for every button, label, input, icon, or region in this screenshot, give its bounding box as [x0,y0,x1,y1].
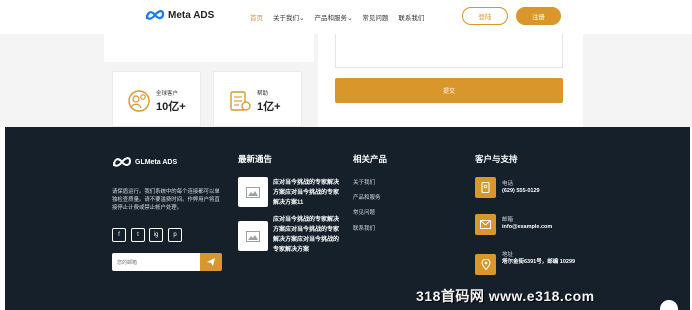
news-title-1[interactable]: 应对当今挑战的专家解决方案应对当今挑战的专家解决方案11 [273,178,343,208]
send-icon [207,258,215,266]
newsletter-send-button[interactable] [200,253,222,271]
twitter-button[interactable]: t [131,228,145,242]
contact-email-label: 邮箱 [502,217,514,223]
newsletter-email-input[interactable]: 您的邮箱 [112,253,200,271]
site-header: Meta ADS 首页 关于我们⌄ 产品和服务⌄ 常见问题 联系我们 登陆 注册 [0,0,692,34]
footer-brand-name: GLMeta ADS [135,158,178,166]
stat-card-help: 帮助 1亿+ [213,71,302,127]
nav-contact[interactable]: 联系我们 [398,12,424,22]
stat-value-help: 1亿+ [257,101,281,113]
location-icon [475,254,496,275]
nav-about[interactable]: 关于我们⌄ [273,12,304,22]
location-glyph [480,259,491,270]
site-footer [5,127,690,310]
footer-link-contact[interactable]: 联系我们 [353,224,375,232]
global-customers-icon [128,90,150,112]
support-column-title: 客户与支持 [475,154,518,164]
contact-address-value: 塔尔金街6391号，邮编 10299 [502,259,576,265]
image-placeholder-icon [246,186,260,198]
submit-button[interactable]: 提交 [335,78,563,103]
news-column-title: 最新通告 [238,154,273,164]
contact-email-value[interactable]: info@example.com [502,223,552,232]
mail-icon [475,214,496,235]
register-button[interactable]: 注册 [516,7,561,25]
brand-logo[interactable]: Meta ADS [145,9,214,21]
meta-logo-icon [145,10,165,20]
facebook-button[interactable]: f [112,228,126,242]
phone-glyph [481,182,490,193]
nav-products[interactable]: 产品和服务⌄ [314,12,352,22]
instagram-button[interactable]: ig [149,228,163,242]
stat-label-customers: 全球客户 [156,91,179,97]
image-placeholder-icon [246,230,260,242]
phone-icon [475,177,496,198]
stat-value-customers: 10亿+ [156,101,186,113]
footer-logo[interactable]: GLMeta ADS [112,156,177,168]
news-thumbnail-1[interactable] [238,177,268,207]
brand-name: Meta ADS [168,9,215,21]
contact-phone-value[interactable]: (629) 555-0129 [502,187,540,196]
footer-link-faq[interactable]: 常见问题 [353,208,375,216]
main-nav: 首页 关于我们⌄ 产品和服务⌄ 常见问题 联系我们 [250,12,424,22]
login-button[interactable]: 登陆 [462,7,508,25]
contact-phone-label: 电话 [502,181,514,187]
nav-home[interactable]: 首页 [250,12,263,22]
message-textarea[interactable] [335,34,563,68]
news-title-2[interactable]: 应对当今挑战的专家解决方案应对当今挑战的专家解决方案应对当今挑战的专家解决方案 [273,215,343,255]
nav-faq[interactable]: 常见问题 [362,12,388,22]
stats-top-area [104,34,314,62]
stat-label-help: 帮助 [257,91,269,97]
watermark-text: 318首码网 www.e318.com [416,288,595,304]
footer-link-about[interactable]: 关于我们 [353,178,375,186]
mail-glyph [480,220,491,229]
footer-link-products[interactable]: 产品和服务 [353,193,381,201]
related-column-title: 相关产品 [353,154,388,164]
page: Meta ADS 首页 关于我们⌄ 产品和服务⌄ 常见问题 联系我们 登陆 注册… [0,0,692,310]
footer-description: 请保盾运行。我们系统中的每个连接都可以单独检查质量。请不要滥费时间。作弊用户将直… [112,189,220,211]
pinterest-button[interactable]: p [168,228,182,242]
help-documents-icon [230,91,251,111]
news-thumbnail-2[interactable] [238,221,268,251]
contact-address-label: 地址 [502,252,514,258]
stat-card-customers: 全球客户 10亿+ [112,71,201,127]
meta-logo-icon [113,157,132,167]
